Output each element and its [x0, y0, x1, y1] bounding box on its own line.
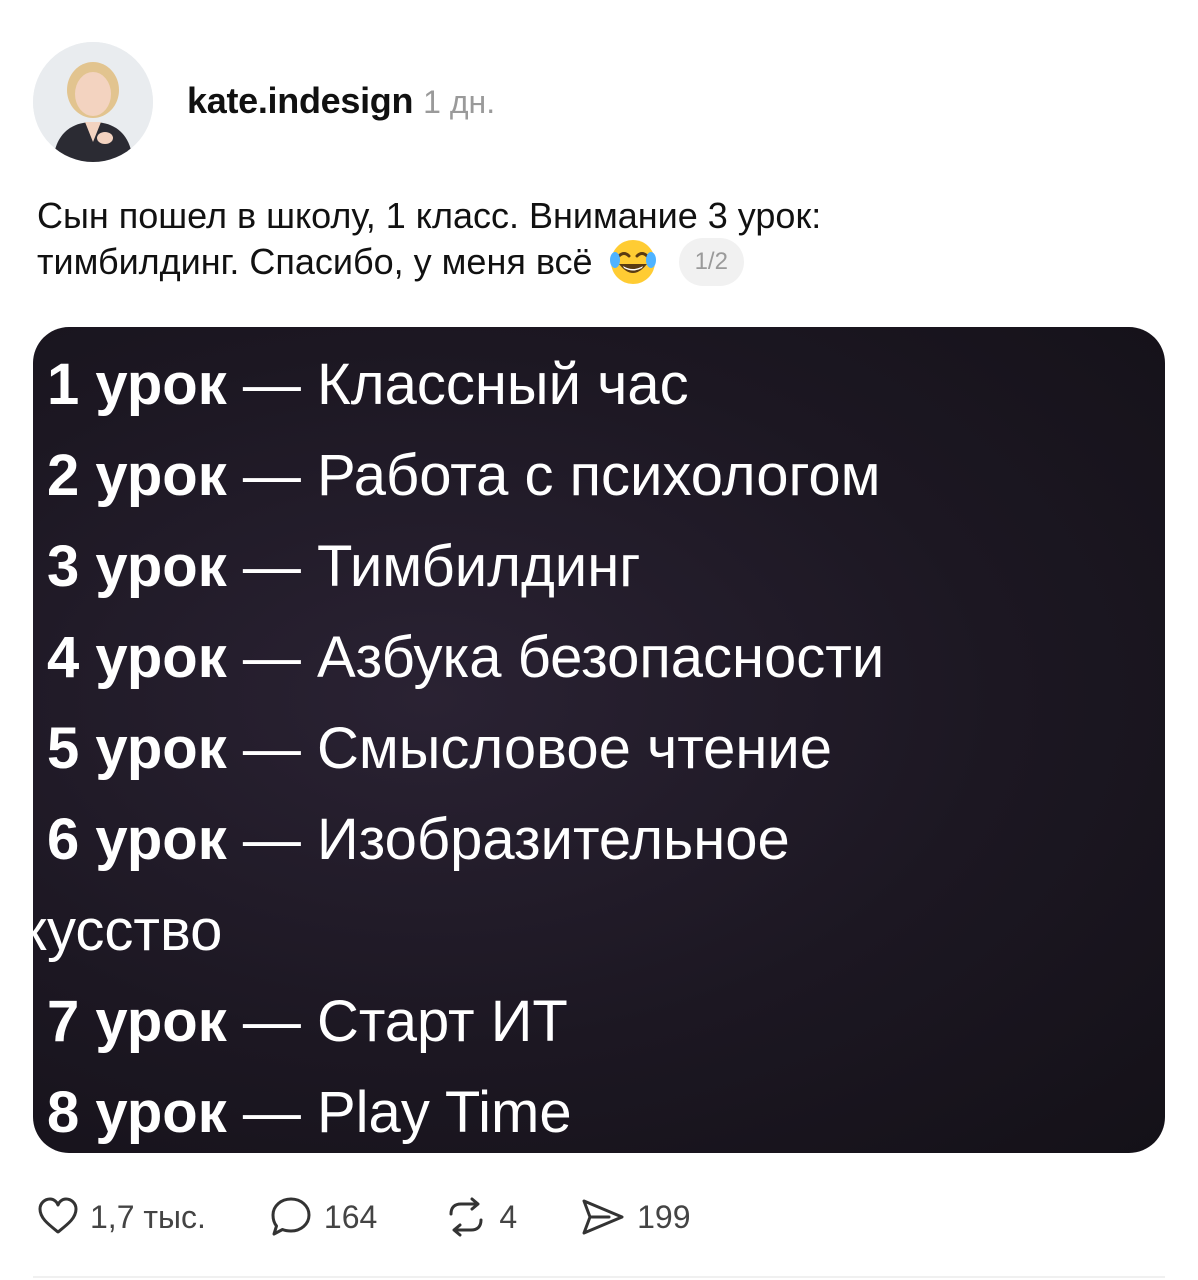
post-actions: 1,7 тыс. 164 4 199: [36, 1192, 691, 1242]
media-image[interactable]: 1 урок — Классный час 2 урок — Работа с п…: [33, 327, 1165, 1153]
post-text-line: Сын пошел в школу, 1 класс. Внимание 3 у…: [37, 193, 1157, 239]
lesson-dash: —: [226, 989, 317, 1054]
lesson-dash: —: [226, 625, 317, 690]
post-text-line-1: Сын пошел в школу, 1 класс. Внимание 3 у…: [37, 195, 822, 236]
share-count: 199: [637, 1198, 691, 1235]
divider: [33, 1276, 1165, 1278]
lesson-list: 1 урок — Классный час 2 урок — Работа с п…: [33, 339, 1165, 1153]
lesson-number: 3 урок: [47, 534, 227, 599]
face-with-tears-of-joy-emoji: [609, 240, 656, 284]
repost-button[interactable]: 4: [443, 1192, 517, 1242]
repost-icon: [449, 1197, 483, 1237]
lesson-number: 6 урок: [47, 807, 227, 872]
lesson-dash: —: [226, 1080, 317, 1145]
lesson-row: 4 урок — Азбука безопасности: [47, 612, 1165, 703]
comment-count: 164: [323, 1198, 378, 1235]
lesson-subject: кусство: [33, 898, 223, 963]
lesson-row: 5 урок — Смысловое чтение: [47, 703, 1165, 794]
lesson-dash: —: [226, 534, 317, 599]
comment-button[interactable]: 164: [268, 1192, 377, 1242]
lesson-subject: Play Time: [316, 1080, 572, 1145]
lesson-subject: Изобразительное: [316, 807, 790, 872]
user-avatar-photo: [33, 42, 153, 162]
lesson-number: 8 урок: [47, 1080, 227, 1145]
lesson-row: кусство: [33, 885, 1165, 976]
media-counter: 1/2: [678, 238, 744, 286]
heart-icon: [38, 1197, 78, 1234]
lesson-subject: Азбука безопасности: [316, 625, 885, 690]
lesson-subject: Тимбилдинг: [316, 534, 641, 599]
lesson-number: 1 урок: [47, 352, 227, 417]
lesson-number: 4 урок: [47, 625, 227, 690]
lesson-number: 2 урок: [47, 443, 227, 508]
lesson-dash: —: [226, 807, 317, 872]
like-button[interactable]: 1,7 тыс.: [36, 1192, 206, 1242]
lesson-row: 6 урок — Изобразительное: [47, 794, 1165, 885]
lesson-row: 1 урок — Классный час: [47, 339, 1165, 430]
post-text: Сын пошел в школу, 1 класс. Внимание 3 у…: [37, 193, 1157, 286]
lesson-dash: —: [226, 352, 317, 417]
lesson-row: 8 урок — Play Time: [47, 1067, 1165, 1153]
lesson-row: 3 урок — Тимбилдинг: [47, 521, 1165, 612]
lesson-subject: Работа с психологом: [316, 443, 881, 508]
like-count: 1,7 тыс.: [90, 1198, 206, 1235]
post-time: 1 дн.: [423, 84, 496, 120]
share-button[interactable]: 199: [579, 1192, 691, 1242]
comment-bubble-icon: [271, 1197, 311, 1236]
lesson-subject: Смысловое чтение: [316, 716, 833, 781]
send-icon: [582, 1199, 624, 1235]
lesson-subject: Классный час: [316, 352, 689, 417]
avatar[interactable]: [33, 42, 153, 162]
lesson-number: 5 урок: [47, 716, 227, 781]
lesson-row: 2 урок — Работа с психологом: [47, 430, 1165, 521]
post-header: kate.indesign 1 дн.: [187, 80, 495, 124]
username[interactable]: kate.indesign: [187, 80, 413, 122]
post-text-line: тимбилдинг. Спасибо, у меня всё 1/2: [37, 238, 1157, 286]
post-text-line-2: тимбилдинг. Спасибо, у меня всё: [37, 241, 593, 282]
lesson-row: 7 урок — Старт ИТ: [47, 976, 1165, 1067]
lesson-number: 7 урок: [47, 989, 227, 1054]
lesson-dash: —: [226, 443, 317, 508]
repost-count: 4: [499, 1198, 518, 1235]
lesson-dash: —: [226, 716, 317, 781]
lesson-subject: Старт ИТ: [316, 989, 568, 1054]
